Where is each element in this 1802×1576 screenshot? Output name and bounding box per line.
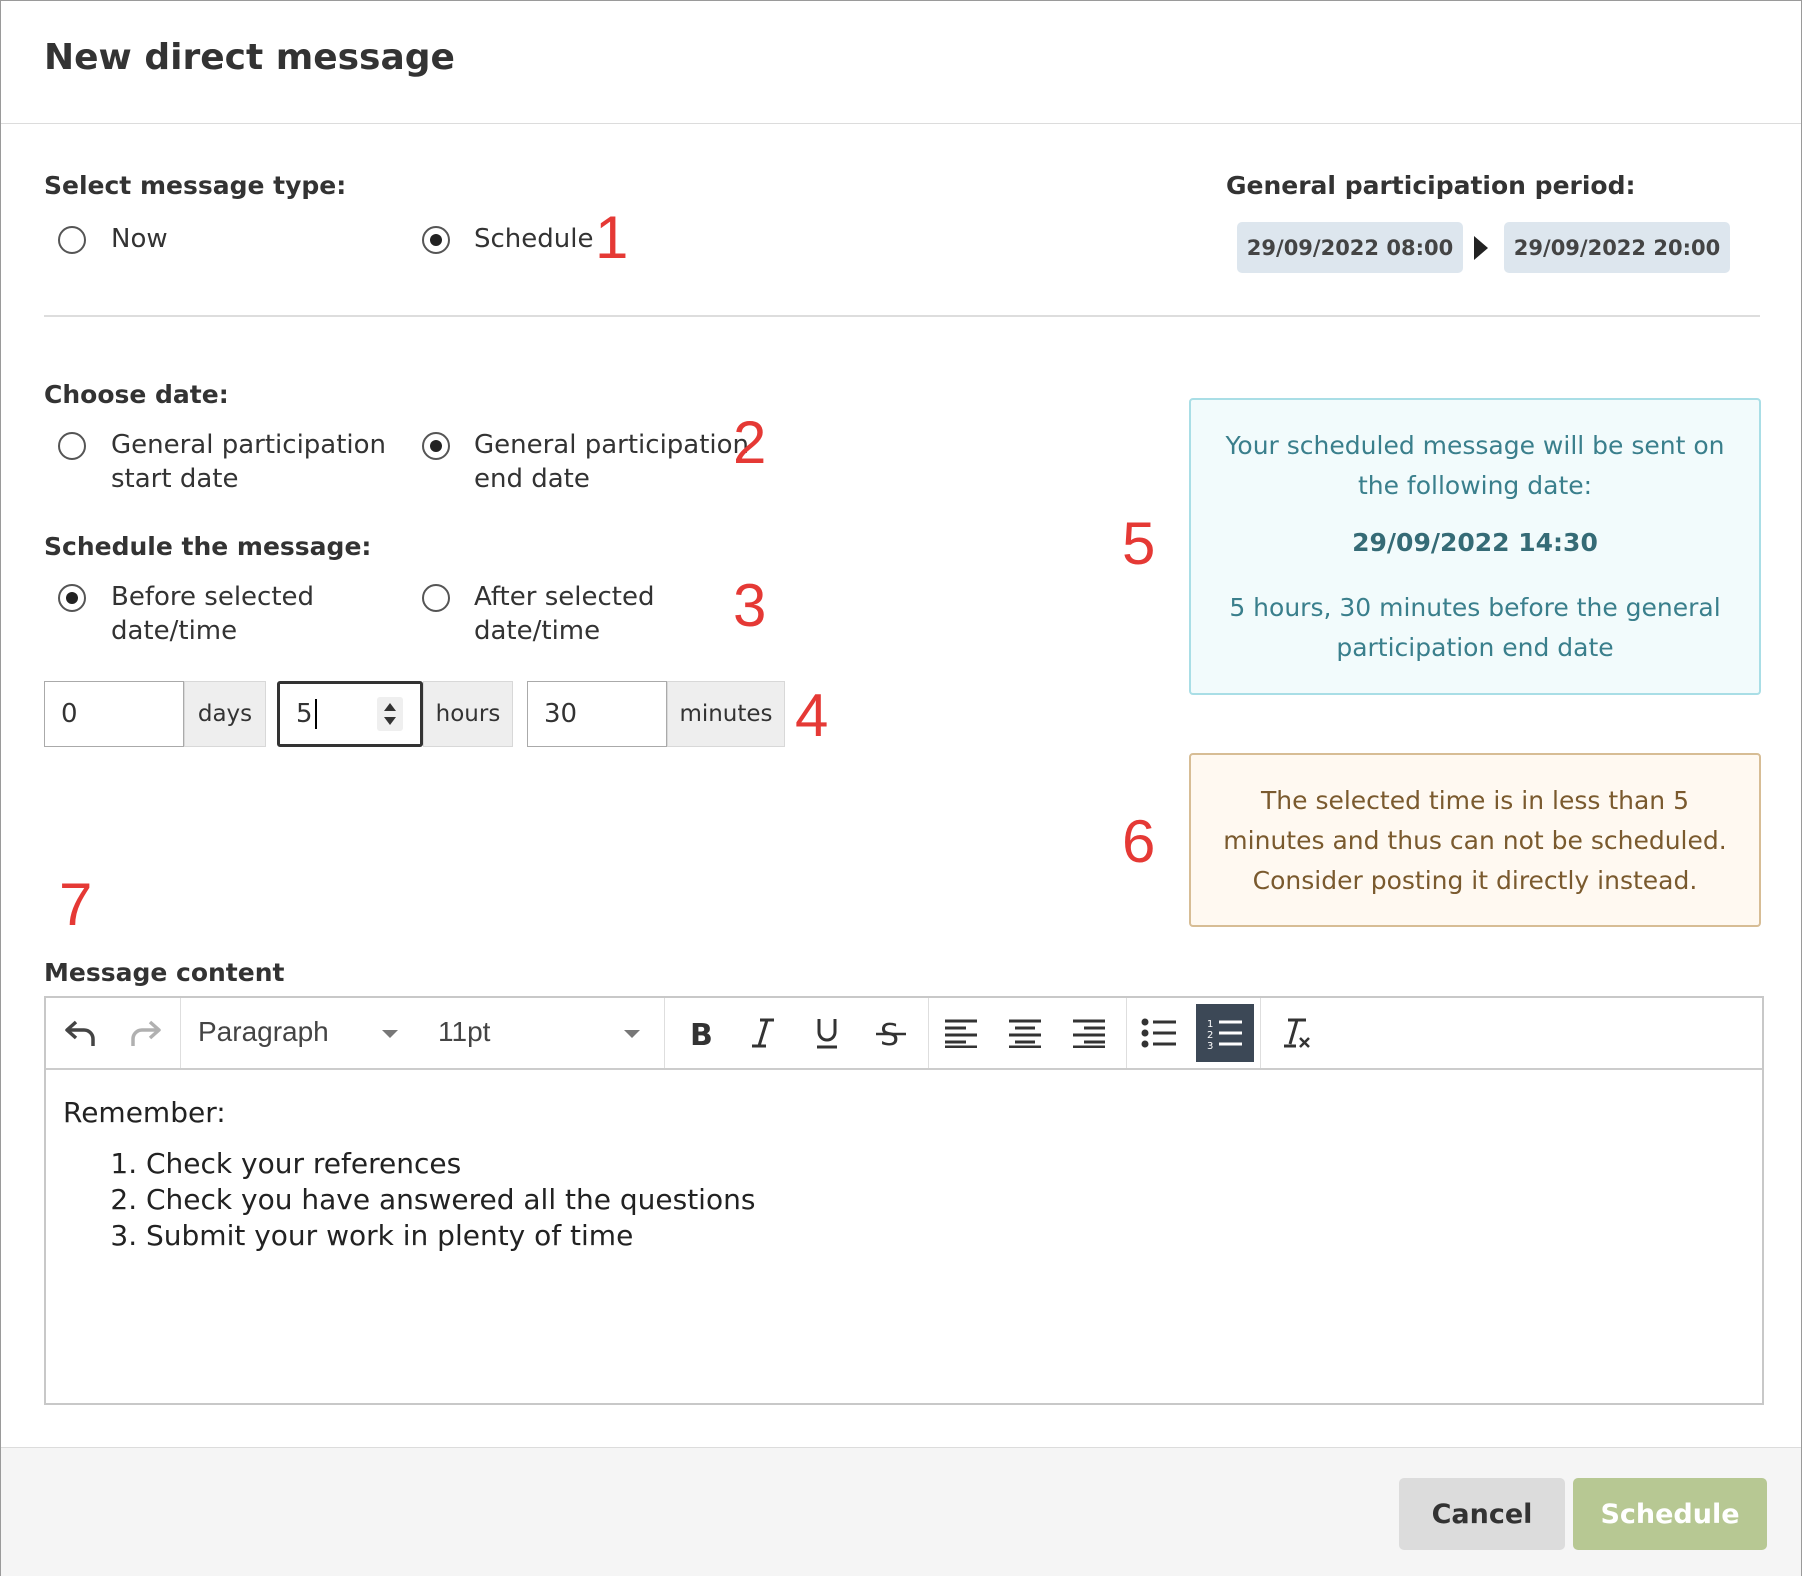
bullet-list-icon[interactable] [1130, 1004, 1188, 1062]
toolbar-separator [180, 998, 181, 1068]
text-cursor [314, 699, 317, 729]
cancel-button[interactable]: Cancel [1399, 1478, 1565, 1550]
toolbar-separator [1126, 998, 1127, 1068]
toolbar-separator [928, 998, 929, 1068]
editor-toolbar: Paragraph 11pt B S 1 2 3 [46, 998, 1762, 1070]
minutes-unit-label: minutes [667, 681, 785, 747]
participation-period-label: General participation period: [1226, 171, 1636, 200]
hours-stepper[interactable] [377, 697, 403, 731]
minutes-input[interactable]: 30 [527, 681, 667, 747]
content-intro: Remember: [63, 1096, 226, 1129]
schedule-relative-label: Schedule the message: [44, 532, 372, 561]
annotation-7: 7 [59, 871, 93, 938]
days-input-value: 0 [61, 699, 78, 729]
radio-start-date[interactable] [58, 432, 86, 460]
new-direct-message-dialog: New direct message Select message type: … [0, 0, 1802, 1576]
hours-input-value: 5 [296, 699, 313, 729]
radio-end-date-line1: General participation [474, 430, 750, 460]
section-divider [44, 315, 1760, 317]
choose-date-label: Choose date: [44, 380, 229, 409]
strikethrough-icon[interactable]: S [862, 1004, 920, 1062]
days-unit-label: days [184, 681, 266, 747]
dialog-title: New direct message [44, 37, 455, 78]
rich-text-editor: Paragraph 11pt B S 1 2 3 Remember: 1. Ch… [44, 996, 1764, 1405]
radio-before-label[interactable]: Before selected date/time [111, 580, 314, 648]
radio-after-label[interactable]: After selected date/time [474, 580, 654, 648]
radio-now[interactable] [58, 226, 86, 254]
annotation-6: 6 [1122, 808, 1156, 875]
toolbar-separator [664, 998, 665, 1068]
days-input[interactable]: 0 [44, 681, 184, 747]
minutes-input-value: 30 [544, 699, 578, 729]
redo-icon[interactable] [116, 1004, 174, 1062]
period-start-date: 29/09/2022 08:00 [1237, 222, 1463, 273]
block-format-select[interactable]: Paragraph [198, 1012, 329, 1052]
radio-schedule[interactable] [422, 226, 450, 254]
radio-after-line1: After selected [474, 582, 655, 612]
radio-after[interactable] [422, 584, 450, 612]
editor-content[interactable]: Remember: Check your references Check yo… [46, 1070, 1762, 1403]
info-text: Your scheduled message will be sent on t… [1225, 431, 1725, 500]
radio-start-date-line1: General participation [111, 430, 387, 460]
chevron-down-icon[interactable] [624, 1030, 640, 1038]
scheduled-date-info: Your scheduled message will be sent on t… [1189, 398, 1761, 695]
content-numbered-list: Check your references Check you have ans… [62, 1146, 755, 1254]
hours-unit-label: hours [423, 681, 513, 747]
underline-icon[interactable] [798, 1004, 856, 1062]
annotation-4: 4 [795, 682, 829, 749]
scheduled-date: 29/09/2022 14:30 [1352, 528, 1598, 557]
annotation-1: 1 [595, 204, 629, 271]
svg-text:B: B [690, 1018, 713, 1050]
annotation-5: 5 [1122, 510, 1156, 577]
radio-before-line2: date/time [111, 616, 238, 646]
info-relative-text: 5 hours, 30 minutes before the general p… [1229, 593, 1721, 662]
list-item: Check you have answered all the question… [146, 1182, 755, 1218]
svg-text:2: 2 [1207, 1030, 1213, 1041]
radio-end-date[interactable] [422, 432, 450, 460]
radio-before[interactable] [58, 584, 86, 612]
message-content-label: Message content [44, 958, 285, 987]
toolbar-separator [1260, 998, 1261, 1068]
schedule-warning: The selected time is in less than 5 minu… [1189, 753, 1761, 927]
radio-now-label[interactable]: Now [111, 222, 168, 256]
bold-icon[interactable]: B [670, 1004, 728, 1062]
italic-icon[interactable] [734, 1004, 792, 1062]
radio-after-line2: date/time [474, 616, 601, 646]
radio-schedule-label[interactable]: Schedule [474, 222, 593, 256]
stepper-down-icon[interactable] [384, 717, 396, 725]
undo-icon[interactable] [52, 1004, 110, 1062]
clear-formatting-icon[interactable] [1266, 1004, 1324, 1062]
align-right-icon[interactable] [1060, 1004, 1118, 1062]
chevron-down-icon[interactable] [382, 1030, 398, 1038]
numbered-list-icon[interactable]: 123 [1196, 1004, 1254, 1062]
radio-end-date-line2: end date [474, 464, 590, 494]
radio-start-date-line2: start date [111, 464, 239, 494]
align-left-icon[interactable] [932, 1004, 990, 1062]
dialog-header: New direct message [1, 1, 1801, 124]
align-center-icon[interactable] [996, 1004, 1054, 1062]
warning-text: The selected time is in less than 5 minu… [1223, 786, 1727, 895]
radio-end-date-label[interactable]: General participation end date [474, 428, 749, 496]
svg-text:3: 3 [1207, 1041, 1213, 1050]
annotation-2: 2 [733, 409, 767, 476]
svg-text:1: 1 [1207, 1019, 1213, 1030]
radio-before-line1: Before selected [111, 582, 315, 612]
font-size-select[interactable]: 11pt [438, 1012, 490, 1052]
list-item: Check your references [146, 1146, 755, 1182]
list-item: Submit your work in plenty of time [146, 1218, 755, 1254]
stepper-up-icon[interactable] [384, 703, 396, 711]
schedule-button[interactable]: Schedule [1573, 1478, 1767, 1550]
period-end-date: 29/09/2022 20:00 [1504, 222, 1730, 273]
arrow-right-icon [1474, 236, 1488, 260]
dialog-footer: Cancel Schedule [1, 1447, 1801, 1576]
annotation-3: 3 [733, 572, 767, 639]
message-type-label: Select message type: [44, 171, 347, 200]
radio-start-date-label[interactable]: General participation start date [111, 428, 386, 496]
